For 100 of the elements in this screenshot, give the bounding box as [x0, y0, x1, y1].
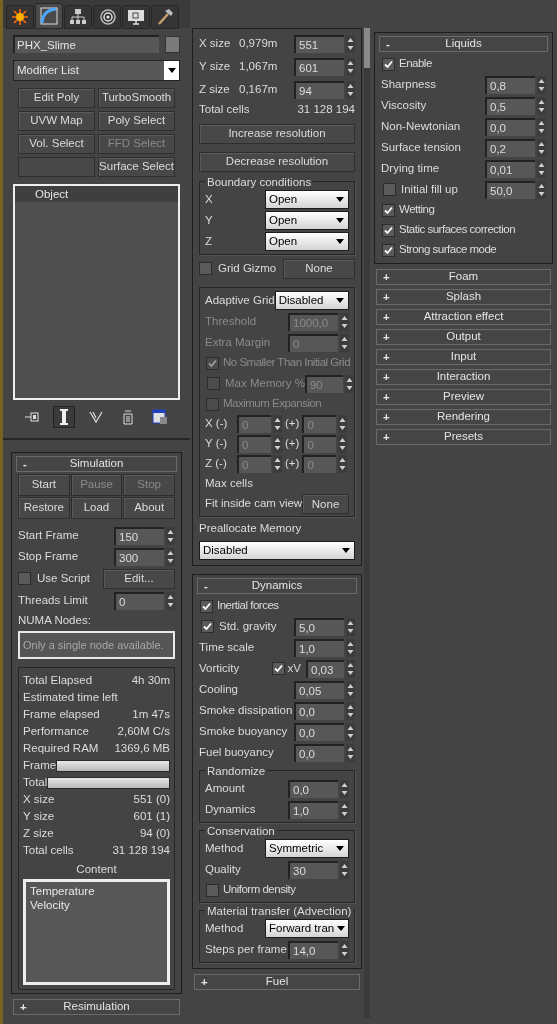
content-item[interactable]: Temperature — [30, 884, 163, 898]
rollout-header[interactable]: + Splash — [376, 289, 551, 305]
simulation-button[interactable]: Restore — [18, 497, 70, 519]
command-tab[interactable] — [151, 5, 179, 29]
spinner-arrows[interactable] — [273, 415, 282, 433]
modifier-list-dropdown[interactable]: Modifier List — [13, 60, 180, 81]
number-field[interactable]: 601 — [294, 57, 344, 76]
number-field[interactable]: 0,0 — [294, 701, 344, 720]
color-swatch[interactable] — [165, 35, 180, 53]
checkbox[interactable] — [199, 262, 212, 275]
command-tab[interactable] — [64, 5, 92, 29]
rollout-header[interactable]: + Output — [376, 329, 551, 345]
command-tab[interactable] — [35, 3, 63, 29]
spinner-arrows[interactable] — [273, 435, 282, 453]
rollout-header[interactable]: + Presets — [376, 429, 551, 445]
rollout-header[interactable]: + Foam — [376, 269, 551, 285]
rollout-header[interactable]: - Simulation — [16, 456, 177, 472]
spinner-arrows[interactable] — [537, 138, 546, 157]
spinner-arrows[interactable] — [344, 374, 354, 393]
command-tab[interactable] — [6, 5, 34, 29]
number-field[interactable]: 0,0 — [294, 743, 344, 762]
spinner-arrows[interactable] — [338, 455, 348, 473]
spinner-arrows[interactable] — [346, 680, 355, 699]
command-tab[interactable] — [122, 5, 150, 29]
number-field[interactable]: 300 — [114, 547, 164, 566]
spinner-arrows[interactable] — [338, 415, 348, 433]
modifier-button[interactable]: Poly Select — [98, 111, 175, 131]
rollout-header[interactable]: - Liquids — [379, 36, 548, 52]
number-field[interactable]: 1,0 — [288, 800, 338, 819]
number-field[interactable]: 5,0 — [294, 617, 344, 636]
modifier-button[interactable]: Edit Poly — [18, 88, 95, 108]
checkbox[interactable] — [382, 243, 395, 257]
number-field[interactable]: 0,5 — [485, 96, 535, 115]
spinner-arrows[interactable] — [340, 312, 349, 331]
object-name-field[interactable]: PHX_Slime — [13, 35, 159, 53]
spinner-arrows[interactable] — [346, 638, 355, 657]
number-field[interactable]: 0 — [114, 591, 164, 610]
spinner-arrows[interactable] — [346, 34, 355, 53]
spinner-arrows[interactable] — [346, 80, 355, 99]
dropdown[interactable]: Disabled — [274, 291, 349, 310]
number-field[interactable]: 50,0 — [485, 180, 535, 199]
checkbox[interactable] — [200, 599, 213, 613]
spinner-arrows[interactable] — [340, 800, 349, 819]
stack-item[interactable]: Object — [15, 186, 178, 202]
number-field[interactable]: 150 — [114, 526, 164, 545]
spinner-arrows[interactable] — [273, 455, 282, 473]
modifier-button[interactable]: Vol. Select — [18, 134, 95, 154]
rollout-header[interactable]: + Preview — [376, 389, 551, 405]
spinner-arrows[interactable] — [346, 57, 355, 76]
modifier-button[interactable]: TurboSmooth — [98, 88, 175, 108]
numa-field[interactable]: Only a single node available. — [18, 631, 175, 659]
checkbox[interactable] — [18, 572, 31, 585]
dropdown[interactable]: Open — [265, 232, 349, 251]
dropdown[interactable]: Open — [265, 211, 349, 230]
spinner-arrows[interactable] — [340, 860, 349, 879]
resolution-button[interactable]: Increase resolution — [199, 123, 355, 144]
scrollbar[interactable] — [364, 28, 370, 1018]
spinner-arrows[interactable] — [338, 435, 348, 453]
number-field[interactable]: 0,0 — [288, 779, 338, 798]
option-button[interactable]: None — [302, 494, 349, 514]
number-field[interactable]: 0,03 — [306, 659, 344, 678]
checkbox[interactable] — [271, 662, 285, 675]
number-field[interactable]: 30 — [288, 860, 338, 879]
checkbox[interactable] — [382, 223, 395, 237]
number-field[interactable]: 14,0 — [288, 940, 338, 959]
option-button[interactable]: Edit... — [103, 568, 175, 589]
spinner-arrows[interactable] — [346, 701, 355, 720]
rollout-header[interactable]: + Rendering — [376, 409, 551, 425]
rollout-header[interactable]: + Interaction — [376, 369, 551, 385]
number-field[interactable]: 0,8 — [485, 75, 535, 94]
checkbox[interactable] — [382, 57, 395, 71]
spinner-arrows[interactable] — [537, 117, 546, 136]
rollout-header[interactable]: + Resimulation — [13, 999, 180, 1015]
number-field[interactable]: 1,0 — [294, 638, 344, 657]
option-button[interactable]: None — [283, 258, 355, 279]
dropdown[interactable]: Forward tran — [265, 919, 349, 938]
modifier-button[interactable]: Surface Select — [98, 157, 175, 177]
rollout-header[interactable]: + Fuel — [194, 974, 360, 990]
spinner-arrows[interactable] — [340, 333, 349, 352]
spinner-arrows[interactable] — [537, 75, 546, 94]
simulation-button[interactable]: Load — [70, 497, 123, 519]
rollout-header[interactable]: + Attraction effect — [376, 309, 551, 325]
number-field[interactable]: 551 — [294, 34, 344, 53]
stack-tool[interactable] — [53, 406, 75, 428]
spinner-arrows[interactable] — [340, 779, 349, 798]
modifier-button[interactable]: UVW Map — [18, 111, 95, 131]
number-field[interactable]: 94 — [294, 80, 344, 99]
checkbox[interactable] — [206, 883, 219, 897]
simulation-button[interactable]: Start — [18, 474, 70, 496]
checkbox[interactable] — [201, 620, 214, 633]
spinner-arrows[interactable] — [537, 96, 546, 115]
resolution-button[interactable]: Decrease resolution — [199, 151, 355, 172]
number-field[interactable]: 0,05 — [294, 680, 344, 699]
spinner-arrows[interactable] — [346, 617, 355, 636]
checkbox[interactable] — [382, 203, 395, 217]
simulation-button[interactable]: About — [123, 497, 175, 519]
spinner-arrows[interactable] — [340, 940, 349, 959]
content-item[interactable]: Velocity — [30, 898, 163, 912]
number-field[interactable]: 0,2 — [485, 138, 535, 157]
spinner-arrows[interactable] — [166, 591, 175, 610]
